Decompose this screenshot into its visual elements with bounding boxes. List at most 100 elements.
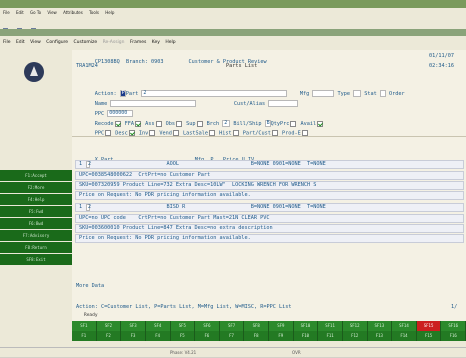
program-id: CP1308BQ (94, 59, 120, 65)
f6-key[interactable]: F6 (195, 331, 220, 341)
fkey-fwd[interactable]: F5:Fwd (0, 206, 72, 217)
f14-key[interactable]: F14 (392, 331, 417, 341)
fkey-advisory[interactable]: F7:Advisory (0, 230, 72, 241)
item-mfg: BISD R (166, 204, 186, 210)
branch-value: 0903 (151, 59, 164, 65)
screen-title: Parts List (226, 63, 258, 69)
sf9-key[interactable]: SF9 (269, 321, 294, 331)
sf15-key[interactable]: SF15 (416, 321, 442, 331)
sf16-key[interactable]: SF16 (441, 321, 466, 331)
f15-key[interactable]: F15 (416, 331, 442, 341)
fkey-exit[interactable]: SF8:Exit (0, 254, 72, 265)
inner-menu-file[interactable]: File (3, 40, 11, 45)
status-bar: Phase: V4.21 OVR (0, 347, 466, 357)
ready-status: Ready (84, 313, 98, 318)
application-window: File Edit Go To View Attributes Tools He… (0, 0, 466, 357)
f3-key[interactable]: F3 (121, 331, 146, 341)
f13-key[interactable]: F13 (367, 331, 393, 341)
fkey-row: F1 F2 F3 F4 F5 F6 F7 F8 F9 F10 F11 F12 F… (72, 331, 466, 341)
action-legend: Action: C=Customer List, P=Parts List, M… (76, 304, 292, 310)
sf4-key[interactable]: SF4 (145, 321, 171, 331)
fkey-return[interactable]: F8:Return (0, 242, 72, 253)
menu-goto[interactable]: Go To (30, 10, 41, 15)
menu-attributes[interactable]: Attributes (63, 10, 83, 15)
item-detail-sku: SKU=007320959 Product Line=732 Extra Des… (75, 181, 464, 190)
function-key-bar: SF1 SF2 SF3 SF4 SF5 SF6 SF7 SF8 SF9 SF10… (72, 321, 466, 341)
f8-key[interactable]: F8 (244, 331, 269, 341)
session-titlebar (0, 29, 466, 36)
item-mfg: AOOL (166, 161, 179, 167)
company-logo-icon (24, 62, 44, 82)
sf5-key[interactable]: SF5 (170, 321, 196, 331)
inner-menu-frames[interactable]: Frames (130, 40, 146, 45)
sf7-key[interactable]: SF7 (219, 321, 245, 331)
header-time: 02:34:16 (429, 63, 454, 69)
fkey-help[interactable]: F4:Help (0, 194, 72, 205)
type-field[interactable] (353, 90, 362, 97)
item-part: 2 (86, 204, 92, 211)
stat-field[interactable] (379, 90, 386, 97)
menu-help[interactable]: Help (105, 10, 114, 15)
f9-key[interactable]: F9 (269, 331, 294, 341)
cust-alias-label: Cust/Alias (233, 101, 266, 107)
inner-menu-view[interactable]: View (30, 40, 41, 45)
sf6-key[interactable]: SF6 (195, 321, 220, 331)
fkey-bwd[interactable]: F6:Bwd (0, 218, 72, 229)
sf12-key[interactable]: SF12 (342, 321, 368, 331)
item-x: 1 (79, 204, 83, 210)
order-label: Order (389, 91, 405, 97)
mfg-field[interactable] (312, 90, 335, 97)
inner-menu-customize[interactable]: Customize (74, 40, 98, 45)
window-titlebar (0, 0, 466, 8)
sf8-key[interactable]: SF8 (244, 321, 269, 331)
list-item[interactable]: 1 BISD R B=NONE 0901=NONE T=NONE (75, 203, 464, 212)
sf13-key[interactable]: SF13 (367, 321, 393, 331)
filter-row-2: PPC Desc Inv Vend LastSale Hist Part/Cus… (76, 124, 309, 143)
menu-file[interactable]: File (3, 10, 10, 15)
sub-program-id: TRA1M24 (76, 63, 98, 69)
item-part: 2 (86, 161, 92, 168)
f5-key[interactable]: F5 (170, 331, 196, 341)
fkey-accept[interactable]: F1:Accept (0, 170, 72, 181)
left-panel: F1:Accept F2:More F4:Help F5:Fwd F6:Bwd … (0, 50, 72, 347)
f2-key[interactable]: F2 (96, 331, 122, 341)
sf11-key[interactable]: SF11 (318, 321, 343, 331)
mfg-label: Mfg (299, 91, 310, 97)
cust-alias-field[interactable] (268, 100, 299, 107)
inner-menu-configure[interactable]: Configure (46, 40, 68, 45)
item-flags: B=NONE 0901=NONE T=NONE (250, 161, 326, 167)
f1-key[interactable]: F1 (72, 331, 97, 341)
fkey-more[interactable]: F2:More (0, 182, 72, 193)
menu-tools[interactable]: Tools (89, 10, 99, 15)
inner-menu-key[interactable]: Key (152, 40, 160, 45)
f7-key[interactable]: F7 (219, 331, 245, 341)
item-detail-sku: SKU=003600010 Product Line=847 Extra Des… (75, 224, 464, 233)
f11-key[interactable]: F11 (318, 331, 343, 341)
branch-label: Branch: (126, 59, 148, 65)
f10-key[interactable]: F10 (293, 331, 319, 341)
terminal-screen: CP1308BQ Branch: 0903 Customer & Product… (72, 50, 466, 338)
inner-menu-reassign[interactable]: Re-Assign (103, 40, 125, 45)
item-detail-price: Price on Request: No PDR pricing informa… (75, 234, 464, 243)
avail-checkbox[interactable] (317, 120, 324, 127)
menu-view[interactable]: View (47, 10, 57, 15)
sf2-key[interactable]: SF2 (96, 321, 122, 331)
sf1-key[interactable]: SF1 (72, 321, 97, 331)
item-x: 1 (79, 161, 83, 167)
f12-key[interactable]: F12 (342, 331, 368, 341)
form-divider (72, 136, 466, 137)
menu-edit[interactable]: Edit (16, 10, 24, 15)
f4-key[interactable]: F4 (145, 331, 171, 341)
inner-menu-edit[interactable]: Edit (16, 40, 25, 45)
sf10-key[interactable]: SF10 (293, 321, 319, 331)
inner-menu-help[interactable]: Help (165, 40, 175, 45)
f16-key[interactable]: F16 (441, 331, 466, 341)
item-flags: B=NONE 0901=NONE T=NONE (250, 204, 326, 210)
sf14-key[interactable]: SF14 (392, 321, 417, 331)
item-detail-upc: UPC=0038548000622 CrtPrt=no Customer Par… (75, 171, 464, 180)
stat-label: Stat (364, 91, 377, 97)
sf3-key[interactable]: SF3 (121, 321, 146, 331)
item-detail-price: Price on Request: No PDR pricing informa… (75, 191, 464, 200)
function-key-list: F1:Accept F2:More F4:Help F5:Fwd F6:Bwd … (0, 170, 72, 266)
list-item[interactable]: 1 AOOL B=NONE 0901=NONE T=NONE (75, 160, 464, 169)
